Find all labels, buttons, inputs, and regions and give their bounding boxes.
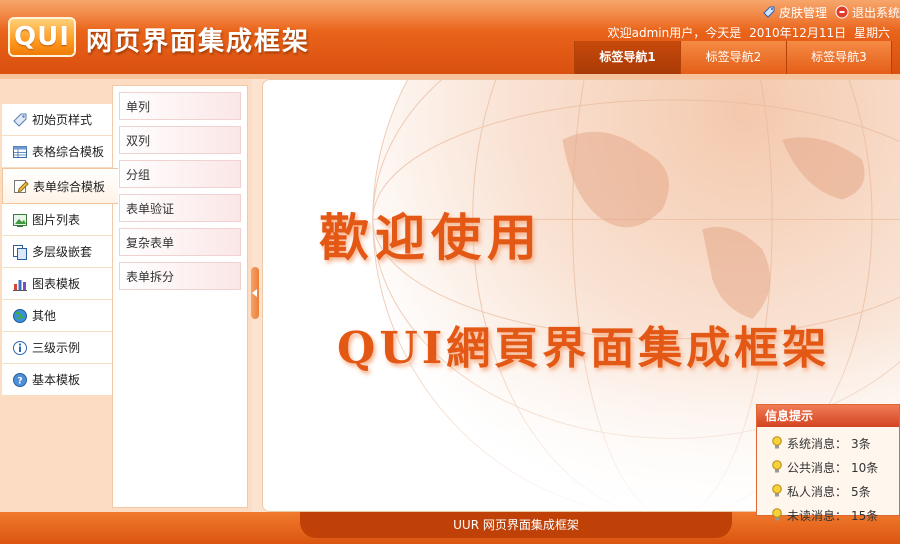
top-nav-tabs: 标签导航1 标签导航2 标签导航3 — [574, 41, 892, 74]
tab-nav-3[interactable]: 标签导航3 — [786, 41, 892, 74]
image-icon — [12, 212, 28, 228]
app-title: 网页界面集成框架 — [86, 27, 311, 57]
menu-item-label: 多层级嵌套 — [32, 245, 93, 259]
bulb-icon — [771, 460, 783, 474]
welcome-text: 欢迎admin用户，今天是 2010年12月11日 星期六 — [604, 24, 890, 41]
info-row-system[interactable]: 系统消息： 3条 — [771, 431, 899, 455]
skin-manage-label: 皮肤管理 — [778, 5, 827, 20]
info-row-label: 系统消息： — [787, 436, 848, 451]
menu-item-image-list[interactable]: 图片列表 — [2, 204, 112, 236]
menu-item-other[interactable]: 其他 — [2, 300, 112, 332]
menu-item-three-level[interactable]: 三级示例 — [2, 332, 112, 364]
menu-item-multi-level[interactable]: 多层级嵌套 — [2, 236, 112, 268]
info-row-value: 15条 — [851, 508, 879, 523]
tab-nav-2[interactable]: 标签导航2 — [680, 41, 786, 74]
menu-item-label: 初始页样式 — [32, 113, 93, 127]
logo: QUI — [8, 17, 76, 57]
top-links: 皮肤管理 退出系统 — [762, 4, 900, 20]
info-row-label: 公共消息： — [787, 460, 848, 475]
submenu-item-complex-form[interactable]: 复杂表单 — [119, 228, 241, 256]
menu-item-label: 图表模板 — [32, 277, 81, 291]
submenu-item-single-column[interactable]: 单列 — [119, 92, 241, 120]
tab-nav-1[interactable]: 标签导航1 — [574, 41, 680, 74]
bulb-icon — [771, 436, 783, 450]
menu-item-table-template[interactable]: 表格综合模板 — [2, 136, 112, 168]
table-icon — [12, 144, 28, 160]
submenu: 单列 双列 分组 表单验证 复杂表单 表单拆分 — [112, 85, 248, 508]
menu-item-label: 表格综合模板 — [32, 145, 105, 159]
form-edit-icon — [13, 178, 29, 194]
layers-icon — [12, 244, 28, 260]
chart-icon — [12, 276, 28, 292]
menu-item-initial-style[interactable]: 初始页样式 — [2, 104, 112, 136]
submenu-item-form-validation[interactable]: 表单验证 — [119, 194, 241, 222]
info-row-label: 私人消息： — [787, 484, 848, 499]
footer-text: UUR 网页界面集成框架 — [300, 512, 732, 538]
menu-item-chart-template[interactable]: 图表模板 — [2, 268, 112, 300]
welcome-user: 欢迎admin用户，今天是 — [607, 26, 742, 40]
info-row-private[interactable]: 私人消息： 5条 — [771, 479, 899, 503]
info-row-public[interactable]: 公共消息： 10条 — [771, 455, 899, 479]
exit-link[interactable]: 退出系统 — [835, 4, 900, 20]
info-row-value: 5条 — [851, 484, 871, 499]
info-row-unread[interactable]: 未读消息： 15条 — [771, 503, 899, 527]
info-row-label: 未读消息： — [787, 508, 848, 523]
welcome-headline: 歡迎使用 — [319, 208, 543, 267]
info-icon — [12, 340, 28, 356]
bulb-icon — [771, 508, 783, 522]
sidebar-collapse-handle[interactable] — [251, 267, 259, 319]
menu-item-label: 表单综合模板 — [33, 179, 106, 194]
info-popup-title: 信息提示 — [757, 405, 899, 427]
menu-item-label: 基本模板 — [32, 373, 81, 387]
submenu-item-double-column[interactable]: 双列 — [119, 126, 241, 154]
exit-icon — [835, 5, 849, 19]
menu-item-label: 三级示例 — [32, 341, 81, 355]
framework-headline: QUI網頁界面集成框架 — [337, 323, 831, 374]
current-date: 2010年12月11日 — [749, 26, 847, 40]
info-row-value: 3条 — [851, 436, 871, 451]
svg-text:?: ? — [17, 376, 22, 386]
skin-manage-link[interactable]: 皮肤管理 — [762, 4, 827, 20]
main-menu: 初始页样式 表格综合模板 表单综合模板 图片列表 多层级嵌套 图表模板 其他 三… — [2, 104, 118, 396]
help-icon: ? — [12, 372, 28, 388]
exit-label: 退出系统 — [851, 5, 900, 20]
menu-item-basic-template[interactable]: ? 基本模板 — [2, 364, 112, 396]
header: QUI 网页界面集成框架 皮肤管理 退出系统 欢迎admin用户，今天是 201… — [0, 0, 900, 74]
bulb-icon — [771, 484, 783, 498]
info-row-value: 10条 — [851, 460, 879, 475]
tag-icon — [12, 112, 28, 128]
globe-icon — [12, 308, 28, 324]
skin-icon — [762, 5, 776, 19]
left-panel: 初始页样式 表格综合模板 表单综合模板 图片列表 多层级嵌套 图表模板 其他 三… — [0, 79, 252, 512]
info-popup: 信息提示 系统消息： 3条 公共消息： 10条 私人消息： 5条 未读消息： 15条 — [756, 404, 900, 523]
submenu-item-form-split[interactable]: 表单拆分 — [119, 262, 241, 290]
menu-item-form-template[interactable]: 表单综合模板 — [2, 168, 118, 204]
submenu-item-group[interactable]: 分组 — [119, 160, 241, 188]
info-popup-list: 系统消息： 3条 公共消息： 10条 私人消息： 5条 未读消息： 15条 — [757, 427, 899, 527]
menu-item-label: 其他 — [32, 309, 57, 323]
menu-item-label: 图片列表 — [32, 213, 81, 227]
current-weekday: 星期六 — [853, 26, 890, 40]
